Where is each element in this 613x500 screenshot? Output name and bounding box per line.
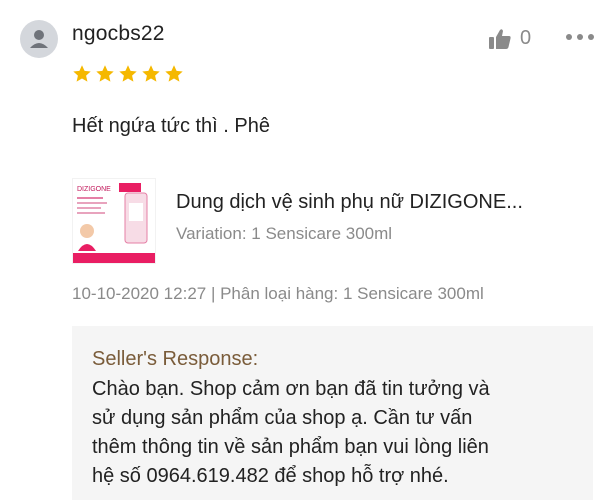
product-thumbnail[interactable]: DIZIGONE — [72, 178, 156, 264]
more-options-button[interactable] — [565, 28, 595, 46]
like-count: 0 — [520, 27, 532, 49]
product-name[interactable]: Dung dịch vệ sinh phụ nữ DIZIGONE... — [176, 191, 523, 214]
star-icon — [73, 65, 91, 82]
more-options-icon — [566, 34, 594, 40]
username[interactable]: ngocbs22 — [72, 22, 165, 46]
avatar[interactable] — [20, 20, 58, 58]
star-icon — [165, 65, 183, 82]
seller-response: Seller's Response: Chào bạn. Shop cảm ơn… — [72, 326, 593, 500]
seller-response-line: sử dụng sản phẩm của shop ạ. Cần tư vấn — [92, 407, 473, 429]
product-image: DIZIGONE — [73, 179, 155, 263]
user-avatar-icon — [30, 30, 48, 48]
product-card[interactable]: DIZIGONE Dung dịch vệ sinh phụ nữ DIZIGO… — [72, 178, 593, 266]
rating-stars — [72, 64, 184, 84]
star-icon — [142, 65, 160, 82]
seller-response-text: Chào bạn. Shop cảm ơn bạn đã tin tưởng v… — [92, 375, 572, 491]
seller-response-line: Chào bạn. Shop cảm ơn bạn đã tin tưởng v… — [92, 378, 490, 400]
product-variation: Variation: 1 Sensicare 300ml — [176, 224, 393, 243]
seller-response-line: hệ số 0964.619.482 để shop hỗ trợ nhé. — [92, 465, 449, 487]
svg-text:DIZIGONE: DIZIGONE — [77, 186, 111, 193]
star-icon — [96, 65, 114, 82]
thumbs-up-icon — [489, 28, 511, 49]
review-comment: Hết ngứa tức thì . Phê — [72, 115, 270, 137]
seller-response-line: thêm thông tin về sản phẩm bạn vui lòng … — [92, 436, 489, 458]
star-icon — [119, 65, 137, 82]
review-meta: 10-10-2020 12:27 | Phân loại hàng: 1 Sen… — [72, 284, 484, 303]
like-button[interactable]: 0 — [488, 27, 531, 50]
seller-response-title: Seller's Response: — [92, 348, 259, 370]
